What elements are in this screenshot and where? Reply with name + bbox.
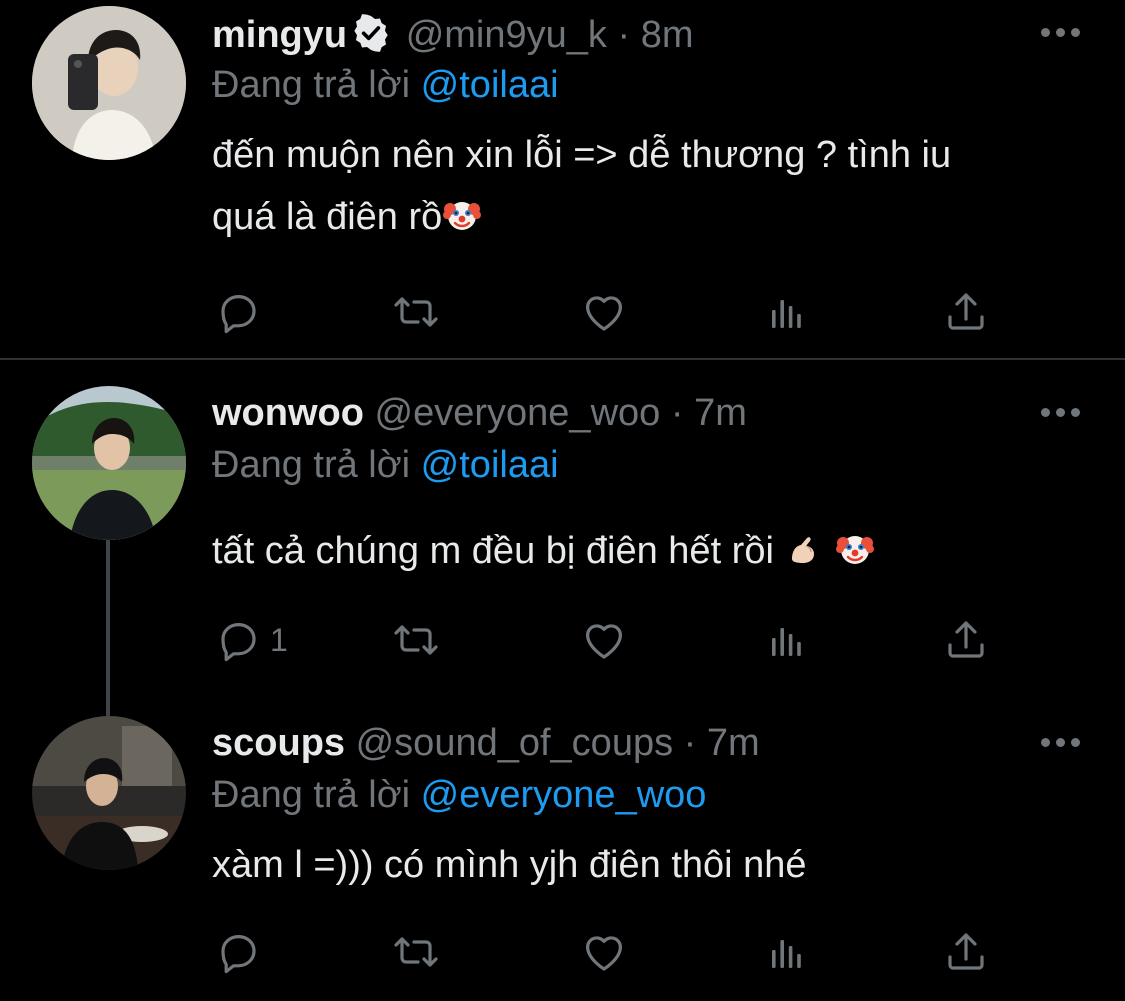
tweet-text: xàm l =))) có mình yjh điên thôi nhé bbox=[212, 834, 1092, 896]
retweet-button[interactable] bbox=[392, 288, 440, 336]
tweet-header: scoups @sound_of_coups · 7m bbox=[212, 720, 760, 766]
separator-dot: · bbox=[617, 14, 631, 56]
replying-to: Đang trả lời @toilaai bbox=[212, 62, 559, 108]
views-icon bbox=[762, 616, 810, 664]
retweet-icon bbox=[392, 928, 440, 976]
timestamp[interactable]: 7m bbox=[694, 392, 747, 434]
like-icon bbox=[580, 616, 628, 664]
separator-dot: · bbox=[670, 392, 684, 434]
views-button[interactable] bbox=[762, 288, 810, 336]
tweet-text-line: quá là điên rồ bbox=[212, 196, 443, 238]
reply-count: 1 bbox=[270, 621, 288, 658]
like-button[interactable] bbox=[580, 928, 628, 976]
reply-mention-link[interactable]: @toilaai bbox=[421, 444, 559, 486]
reply-button[interactable] bbox=[214, 288, 270, 336]
replying-to: Đang trả lời @toilaai bbox=[212, 442, 559, 488]
retweet-button[interactable] bbox=[392, 616, 440, 664]
display-name[interactable]: scoups bbox=[212, 722, 345, 764]
reply-prefix: Đang trả lời bbox=[212, 64, 411, 106]
action-bar bbox=[212, 288, 1012, 336]
retweet-icon bbox=[392, 288, 440, 336]
tweet-text: tất cả chúng m đều bị điên hết rồi bbox=[212, 520, 1092, 582]
share-button[interactable] bbox=[942, 928, 990, 976]
more-icon[interactable] bbox=[1041, 738, 1081, 748]
tweet-text-line: xàm l =))) có mình yjh điên thôi nhé bbox=[212, 844, 807, 886]
tweet-text: đến muộn nên xin lỗi => dễ thương ? tình… bbox=[212, 124, 1092, 248]
clown-emoji bbox=[442, 195, 482, 235]
share-icon bbox=[942, 288, 990, 336]
tweet-wonwoo[interactable]: wonwoo @everyone_woo · 7m Đang trả lời @… bbox=[0, 360, 1125, 700]
avatar-wonwoo[interactable] bbox=[32, 386, 186, 540]
avatar-scoups[interactable] bbox=[32, 716, 186, 870]
username-handle[interactable]: @sound_of_coups bbox=[356, 722, 673, 764]
reply-prefix: Đang trả lời bbox=[212, 774, 411, 816]
like-button[interactable] bbox=[580, 616, 628, 664]
username-handle[interactable]: @everyone_woo bbox=[375, 392, 661, 434]
reply-icon bbox=[214, 616, 262, 664]
more-icon[interactable] bbox=[1041, 28, 1081, 38]
reply-prefix: Đang trả lời bbox=[212, 444, 411, 486]
share-icon bbox=[942, 928, 990, 976]
like-icon bbox=[580, 928, 628, 976]
more-icon[interactable] bbox=[1041, 408, 1081, 418]
separator-dot: · bbox=[683, 722, 697, 764]
tweet-header: wonwoo @everyone_woo · 7m bbox=[212, 390, 747, 436]
reply-button[interactable]: 1 bbox=[214, 616, 288, 664]
tweet-mingyu[interactable]: mingyu @min9yu_k · 8m Đang trả lời @toil… bbox=[0, 0, 1125, 360]
views-button[interactable] bbox=[762, 616, 810, 664]
action-bar: 1 bbox=[212, 616, 1012, 664]
reply-mention-link[interactable]: @toilaai bbox=[421, 64, 559, 106]
views-icon bbox=[762, 288, 810, 336]
timestamp[interactable]: 7m bbox=[707, 722, 760, 764]
display-name[interactable]: mingyu bbox=[212, 14, 347, 56]
views-icon bbox=[762, 928, 810, 976]
display-name[interactable]: wonwoo bbox=[212, 392, 364, 434]
reply-icon bbox=[214, 928, 262, 976]
share-button[interactable] bbox=[942, 616, 990, 664]
share-icon bbox=[942, 616, 990, 664]
reply-icon bbox=[214, 288, 262, 336]
tweet-text-line: tất cả chúng m đều bị điên hết rồi bbox=[212, 530, 774, 572]
like-icon bbox=[580, 288, 628, 336]
username-handle[interactable]: @min9yu_k bbox=[406, 14, 607, 56]
pinch-emoji bbox=[784, 529, 824, 569]
replying-to: Đang trả lời @everyone_woo bbox=[212, 772, 706, 818]
share-button[interactable] bbox=[942, 288, 990, 336]
retweet-button[interactable] bbox=[392, 928, 440, 976]
reply-mention-link[interactable]: @everyone_woo bbox=[421, 774, 707, 816]
action-bar bbox=[212, 928, 1012, 976]
tweet-scoups[interactable]: scoups @sound_of_coups · 7m Đang trả lời… bbox=[0, 700, 1125, 1001]
tweet-text-line: đến muộn nên xin lỗi => dễ thương ? tình… bbox=[212, 134, 952, 176]
timestamp[interactable]: 8m bbox=[641, 14, 694, 56]
views-button[interactable] bbox=[762, 928, 810, 976]
reply-button[interactable] bbox=[214, 928, 270, 976]
avatar-mingyu[interactable] bbox=[32, 6, 186, 160]
like-button[interactable] bbox=[580, 288, 628, 336]
tweet-header: mingyu @min9yu_k · 8m bbox=[212, 12, 693, 58]
retweet-icon bbox=[392, 616, 440, 664]
clown-emoji bbox=[835, 529, 875, 569]
verified-icon bbox=[351, 13, 391, 53]
